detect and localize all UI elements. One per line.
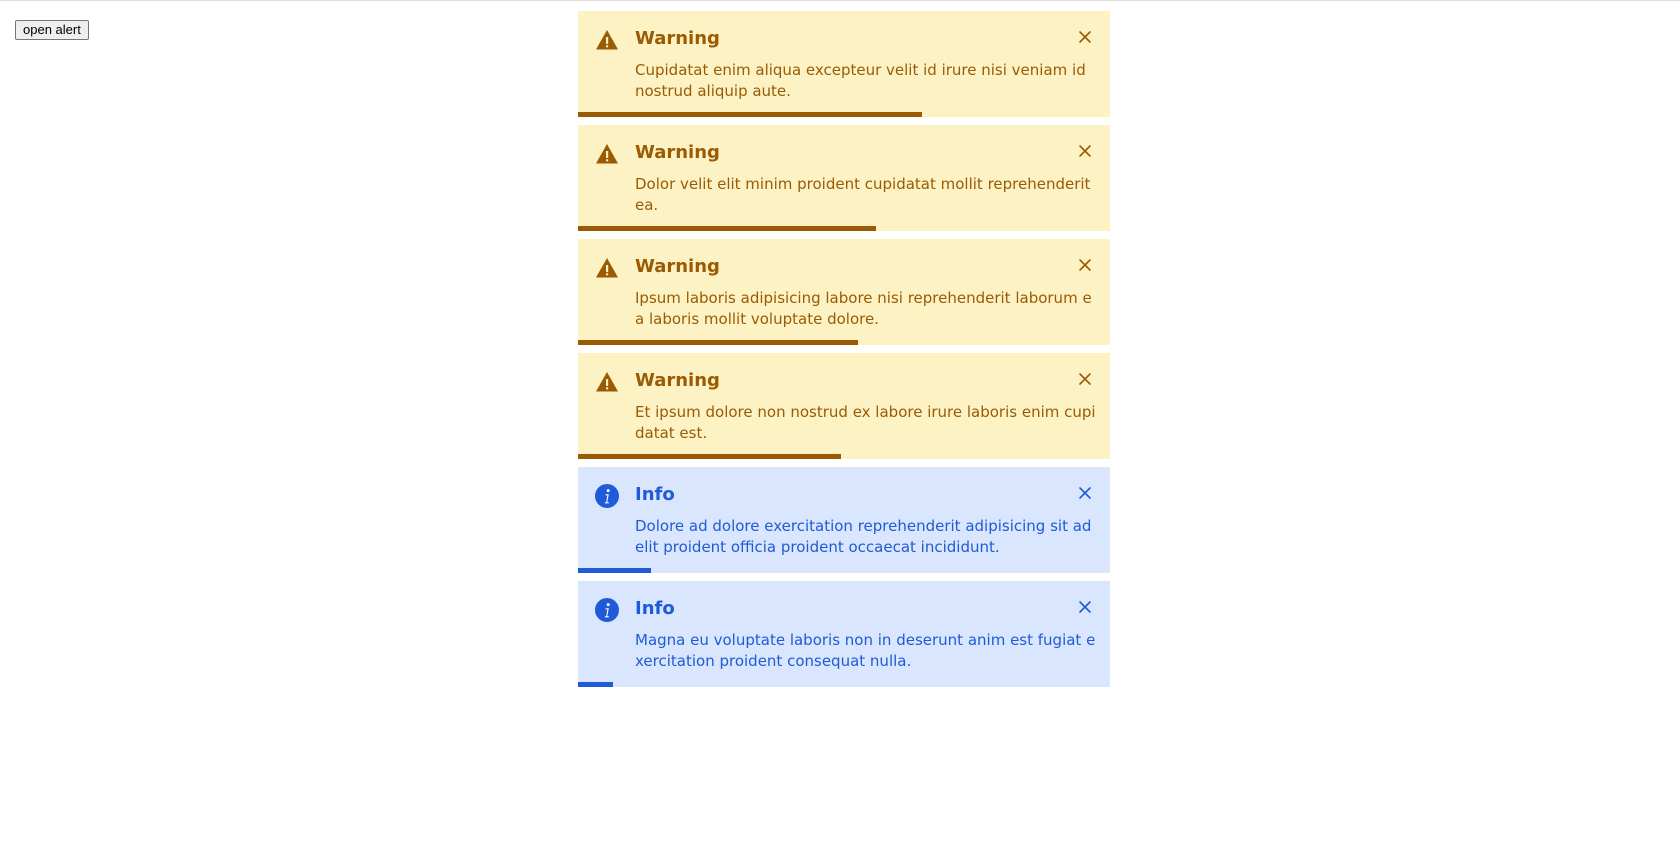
alert-title: Warning: [635, 28, 720, 49]
close-icon[interactable]: [1074, 254, 1096, 276]
close-icon[interactable]: [1074, 26, 1096, 48]
close-icon[interactable]: [1074, 368, 1096, 390]
alert-title: Warning: [635, 370, 720, 391]
alert-title: Warning: [635, 142, 720, 163]
alert-progress-bar: [578, 682, 613, 687]
top-divider: [0, 0, 1680, 1]
open-alert-button[interactable]: open alert: [15, 20, 89, 40]
alert-message: Magna eu voluptate laboris non in deseru…: [635, 631, 1096, 670]
alert-title: Info: [635, 598, 675, 619]
close-icon[interactable]: [1074, 596, 1096, 618]
warning-triangle-icon: [595, 256, 619, 280]
alert-title: Warning: [635, 256, 720, 277]
warning-triangle-icon: [595, 142, 619, 166]
alert: Info Magna eu voluptate laboris non in d…: [578, 581, 1110, 687]
alert-stack: Warning Cupidatat enim aliqua excepteur …: [578, 11, 1110, 695]
alert-progress-bar: [578, 340, 858, 345]
alert-progress-bar: [578, 226, 876, 231]
info-circle-icon: [595, 484, 619, 508]
close-icon[interactable]: [1074, 482, 1096, 504]
warning-triangle-icon: [595, 28, 619, 52]
alert: Warning Et ipsum dolore non nostrud ex l…: [578, 353, 1110, 459]
alert-message: Et ipsum dolore non nostrud ex labore ir…: [635, 403, 1096, 442]
alert-message: Ipsum laboris adipisicing labore nisi re…: [635, 289, 1092, 328]
close-icon[interactable]: [1074, 140, 1096, 162]
alert: Info Dolore ad dolore exercitation repre…: [578, 467, 1110, 573]
info-circle-icon: [595, 598, 619, 622]
alert: Warning Cupidatat enim aliqua excepteur …: [578, 11, 1110, 117]
alert-message: Dolor velit elit minim proident cupidata…: [635, 175, 1091, 214]
alert-title: Info: [635, 484, 675, 505]
alert: Warning Ipsum laboris adipisicing labore…: [578, 239, 1110, 345]
warning-triangle-icon: [595, 370, 619, 394]
alert-progress-bar: [578, 112, 922, 117]
alert-progress-bar: [578, 454, 841, 459]
alert: Warning Dolor velit elit minim proident …: [578, 125, 1110, 231]
alert-message: Cupidatat enim aliqua excepteur velit id…: [635, 61, 1086, 100]
alert-progress-bar: [578, 568, 651, 573]
alert-message: Dolore ad dolore exercitation reprehende…: [635, 517, 1092, 556]
